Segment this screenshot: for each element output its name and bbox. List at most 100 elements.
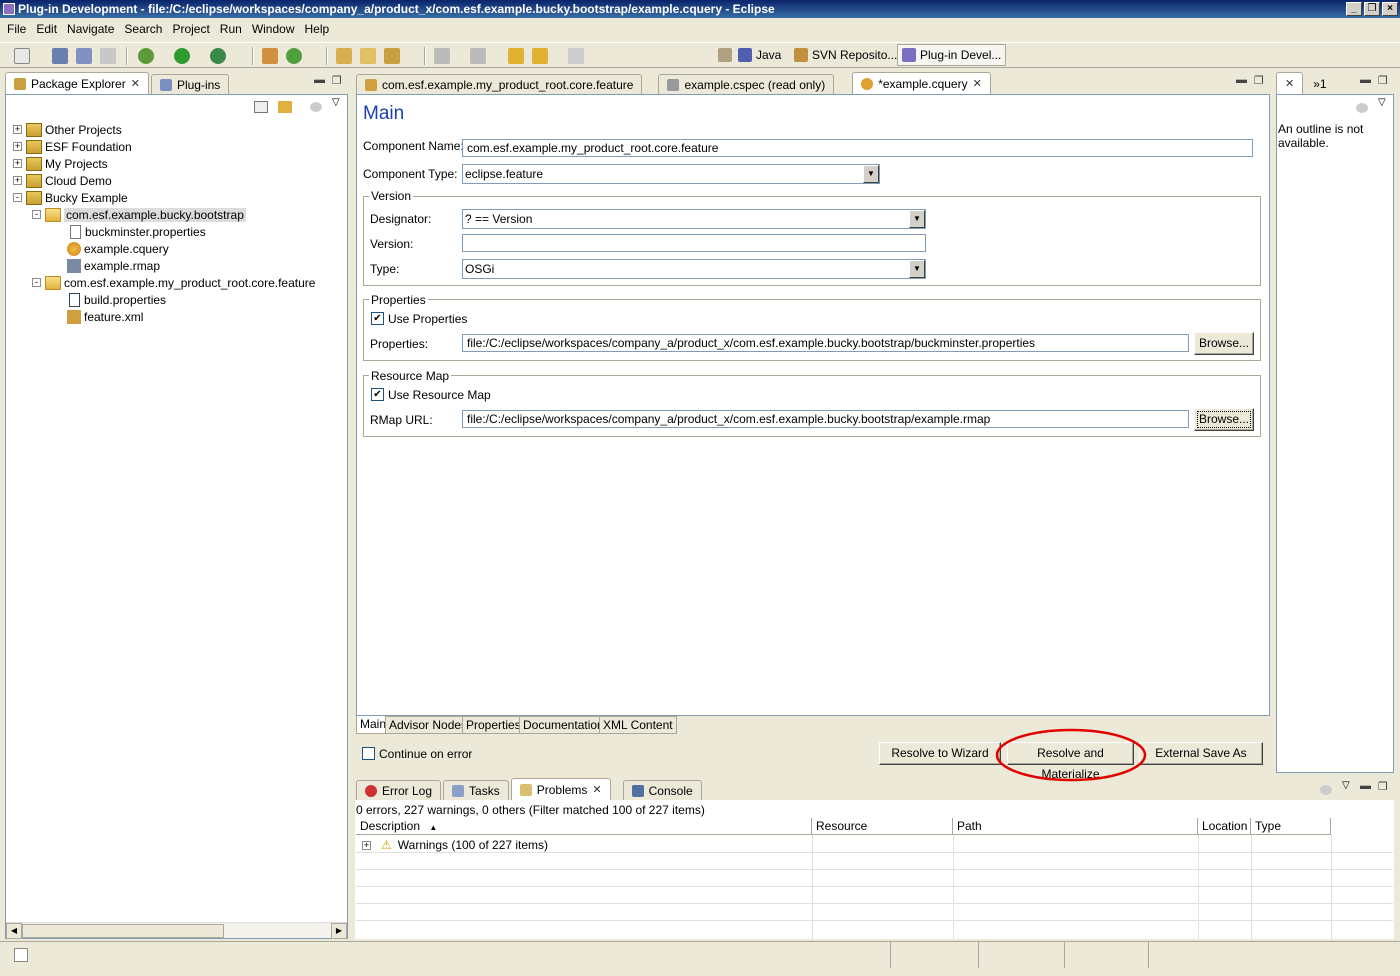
back-icon[interactable] bbox=[532, 48, 548, 64]
save-all-icon[interactable] bbox=[76, 48, 92, 64]
menu-navigate[interactable]: Navigate bbox=[62, 22, 119, 36]
run-icon[interactable] bbox=[174, 48, 190, 64]
tab-package-explorer[interactable]: Package Explorer ✕ bbox=[5, 72, 149, 94]
minimize-outline-icon[interactable]: ▬ bbox=[1360, 74, 1371, 86]
menu-window[interactable]: Window bbox=[247, 22, 300, 36]
close-icon[interactable]: ✕ bbox=[131, 77, 140, 90]
perspective-java[interactable]: Java bbox=[734, 44, 785, 66]
expand-icon[interactable]: + bbox=[13, 142, 22, 151]
tab-overflow[interactable]: »1 bbox=[1305, 74, 1334, 94]
expand-icon[interactable]: + bbox=[13, 159, 22, 168]
editor-tab-feature[interactable]: com.esf.example.my_product_root.core.fea… bbox=[356, 74, 643, 94]
expand-icon[interactable]: + bbox=[13, 176, 22, 185]
tab-console[interactable]: Console bbox=[622, 780, 702, 800]
menu-file[interactable]: File bbox=[2, 22, 31, 36]
scroll-right-icon[interactable]: ▶ bbox=[331, 923, 347, 939]
editor-tab-cspec[interactable]: example.cspec (read only) bbox=[658, 74, 835, 94]
menu-edit[interactable]: Edit bbox=[31, 22, 62, 36]
scroll-left-icon[interactable]: ◀ bbox=[6, 923, 22, 939]
tree-item-example-cquery[interactable]: example.cquery bbox=[67, 240, 169, 257]
refresh-icon[interactable] bbox=[286, 48, 302, 64]
menu-search[interactable]: Search bbox=[119, 22, 167, 36]
open-perspective-button[interactable] bbox=[714, 44, 736, 66]
collapse-all-icon[interactable] bbox=[254, 101, 268, 113]
designator-select[interactable]: ? == Version ▼ bbox=[462, 209, 926, 229]
minimize-view-icon[interactable]: ▬ bbox=[314, 74, 325, 86]
properties-browse-button[interactable]: Browse... bbox=[1194, 332, 1254, 355]
use-resource-map-checkbox[interactable]: ✔ bbox=[371, 388, 384, 401]
close-icon[interactable]: ✕ bbox=[592, 783, 601, 796]
dropdown-arrow-icon[interactable]: ▼ bbox=[909, 210, 925, 228]
collapse-icon[interactable]: - bbox=[32, 210, 41, 219]
menu-help[interactable]: Help bbox=[300, 22, 335, 36]
close-icon[interactable]: ✕ bbox=[1285, 77, 1294, 90]
rmap-input[interactable]: file:/C:/eclipse/workspaces/company_a/pr… bbox=[462, 410, 1189, 428]
column-path[interactable]: Path bbox=[953, 818, 1198, 835]
minimize-button[interactable]: _ bbox=[1346, 2, 1362, 16]
filter-icon[interactable] bbox=[1320, 785, 1332, 795]
window-title-bar[interactable]: Plug-in Development - file:/C:/eclipse/w… bbox=[0, 0, 1400, 18]
tree-item-cloud-demo[interactable]: + Cloud Demo bbox=[13, 172, 112, 189]
tree-item-feature-xml[interactable]: feature.xml bbox=[67, 308, 143, 325]
save-icon[interactable] bbox=[52, 48, 68, 64]
tree-item-esf-foundation[interactable]: + ESF Foundation bbox=[13, 138, 132, 155]
open-folder-icon[interactable] bbox=[360, 48, 376, 64]
tree-item-bucky-example[interactable]: - Bucky Example bbox=[13, 189, 128, 206]
next-annotation-icon[interactable] bbox=[434, 48, 450, 64]
properties-input[interactable]: file:/C:/eclipse/workspaces/company_a/pr… bbox=[462, 334, 1189, 352]
tab-tasks[interactable]: Tasks bbox=[443, 780, 509, 800]
dropdown-arrow-icon[interactable]: ▼ bbox=[909, 260, 925, 278]
subtab-properties[interactable]: Properties bbox=[462, 716, 525, 734]
horizontal-scrollbar[interactable]: ◀ ▶ bbox=[6, 922, 347, 939]
search-icon[interactable] bbox=[384, 48, 400, 64]
minimize-problems-icon[interactable]: ▬ bbox=[1360, 780, 1371, 792]
version-input[interactable] bbox=[462, 234, 926, 252]
dropdown-arrow-icon[interactable]: ▼ bbox=[863, 165, 879, 183]
tree-item-my-projects[interactable]: + My Projects bbox=[13, 155, 108, 172]
outline-toolbar-icon[interactable] bbox=[1356, 103, 1368, 113]
view-menu-icon[interactable]: ▽ bbox=[332, 97, 340, 108]
menu-project[interactable]: Project bbox=[167, 22, 214, 36]
open-type-icon[interactable] bbox=[336, 48, 352, 64]
column-location[interactable]: Location bbox=[1198, 818, 1251, 835]
maximize-view-icon[interactable]: ❐ bbox=[332, 74, 342, 87]
maximize-editor-icon[interactable]: ❐ bbox=[1254, 74, 1264, 87]
collapse-icon[interactable]: - bbox=[13, 193, 22, 202]
forward-icon[interactable] bbox=[568, 48, 584, 64]
tab-outline[interactable]: ✕ bbox=[1276, 72, 1304, 94]
minimize-editor-icon[interactable]: ▬ bbox=[1236, 74, 1247, 86]
collapse-icon[interactable]: - bbox=[32, 278, 41, 287]
tree-item-build-properties[interactable]: build.properties bbox=[69, 291, 166, 308]
menu-run[interactable]: Run bbox=[215, 22, 247, 36]
external-save-as-button[interactable]: External Save As bbox=[1139, 742, 1263, 765]
tree-item-bucky-bootstrap[interactable]: - com.esf.example.bucky.bootstrap bbox=[32, 206, 246, 223]
expand-icon[interactable]: + bbox=[13, 125, 22, 134]
maximize-problems-icon[interactable]: ❐ bbox=[1378, 780, 1388, 793]
expand-icon[interactable]: + bbox=[362, 840, 371, 850]
link-with-editor-icon[interactable] bbox=[278, 101, 292, 113]
editor-tab-cquery[interactable]: *example.cquery ✕ bbox=[852, 72, 991, 94]
close-icon[interactable]: ✕ bbox=[973, 77, 982, 90]
table-row[interactable]: + ⚠ Warnings (100 of 227 items) bbox=[362, 837, 548, 853]
prev-annotation-icon[interactable] bbox=[470, 48, 486, 64]
column-type[interactable]: Type bbox=[1251, 818, 1331, 835]
last-edit-icon[interactable] bbox=[508, 48, 524, 64]
component-name-input[interactable]: com.esf.example.my_product_root.core.fea… bbox=[462, 139, 1253, 157]
maximize-outline-icon[interactable]: ❐ bbox=[1378, 74, 1388, 87]
perspective-plugin-dev[interactable]: Plug-in Devel... bbox=[897, 44, 1007, 66]
continue-on-error-checkbox[interactable] bbox=[362, 747, 375, 760]
rmap-browse-button[interactable]: Browse... bbox=[1194, 408, 1254, 431]
tab-problems[interactable]: Problems ✕ bbox=[510, 778, 611, 800]
component-type-select[interactable]: eclipse.feature ▼ bbox=[462, 164, 880, 184]
new-plugin-icon[interactable] bbox=[262, 48, 278, 64]
close-button[interactable]: × bbox=[1382, 2, 1398, 16]
tree-item-example-rmap[interactable]: example.rmap bbox=[67, 257, 160, 274]
tree-item-other-projects[interactable]: + Other Projects bbox=[13, 121, 122, 138]
subtab-advisor-nodes[interactable]: Advisor Nodes bbox=[385, 716, 472, 734]
subtab-xml-content[interactable]: XML Content bbox=[599, 716, 677, 734]
view-toolbar-icon[interactable] bbox=[310, 102, 322, 112]
column-description[interactable]: Description ▲ bbox=[356, 818, 812, 835]
perspective-svn[interactable]: SVN Reposito... bbox=[790, 44, 901, 66]
tree-item-buckminster-properties[interactable]: buckminster.properties bbox=[70, 223, 206, 240]
external-tools-icon[interactable] bbox=[210, 48, 226, 64]
